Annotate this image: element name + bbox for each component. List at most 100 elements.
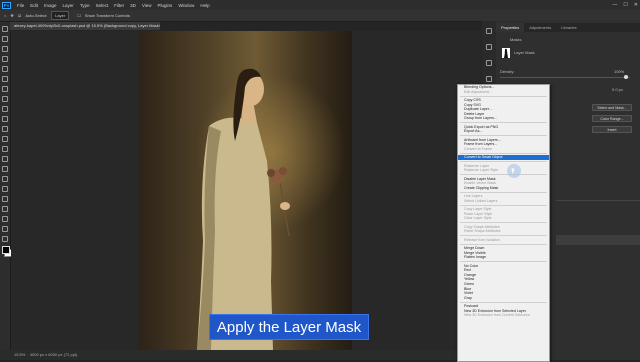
invert-button[interactable]: Invert xyxy=(592,126,632,133)
close-icon[interactable]: ✕ xyxy=(634,0,638,10)
properties-panel-icon[interactable] xyxy=(486,44,492,50)
menu-layer[interactable]: Layer xyxy=(60,3,77,8)
density-label: Density: xyxy=(500,69,515,74)
adjust-panel-icon[interactable] xyxy=(486,60,492,66)
menu-separator xyxy=(460,135,547,137)
menu-view[interactable]: View xyxy=(139,3,155,8)
menu-separator xyxy=(460,95,547,97)
auto-select-dropdown[interactable]: Layer xyxy=(51,11,70,20)
frame-tool-icon[interactable] xyxy=(2,76,8,82)
context-item-group-from-layers[interactable]: Group from Layers... xyxy=(458,116,549,121)
context-item-paste-shape-attributes: Paste Shape Attributes xyxy=(464,229,501,234)
tutorial-caption: Apply the Layer Mask xyxy=(209,314,369,340)
menu-separator xyxy=(460,235,547,237)
rectangle-tool-icon[interactable] xyxy=(2,206,8,212)
context-item-create-clipping-mask[interactable]: Create Clipping Mask xyxy=(458,186,549,191)
quick-select-tool-icon[interactable] xyxy=(2,56,8,62)
maximize-icon[interactable]: ☐ xyxy=(623,0,627,10)
menu-separator xyxy=(460,243,547,245)
move-tool-icon[interactable] xyxy=(2,26,8,32)
menu-help[interactable]: Help xyxy=(197,3,212,8)
path-select-icon[interactable] xyxy=(2,196,8,202)
selected-layer-row[interactable] xyxy=(556,235,640,245)
type-tool-icon[interactable] xyxy=(2,186,8,192)
show-transform-checkbox[interactable]: ☐ xyxy=(77,13,81,18)
menu-select[interactable]: Select xyxy=(93,3,112,8)
photoshop-logo: Ps xyxy=(2,1,11,9)
tab-properties[interactable]: Properties xyxy=(496,23,525,32)
history-brush-icon[interactable] xyxy=(2,126,8,132)
photo-image xyxy=(139,31,352,350)
document-tab[interactable]: alexey-kapel-4099vdyl3c0-unsplash.psd @ … xyxy=(10,22,160,30)
menu-file[interactable]: File xyxy=(14,3,27,8)
zoom-tool-icon[interactable] xyxy=(2,226,8,232)
context-item-convert-to-smart-object[interactable]: Convert to Smart Object xyxy=(458,155,549,160)
masks-label: Masks xyxy=(510,37,522,42)
context-item-gray[interactable]: Gray xyxy=(458,296,549,301)
window-controls: — ☐ ✕ xyxy=(612,0,638,10)
menu-separator xyxy=(460,204,547,206)
density-value[interactable]: 100% xyxy=(614,69,624,74)
gradient-tool-icon[interactable] xyxy=(2,146,8,152)
menu-window[interactable]: Window xyxy=(175,3,197,8)
menu-separator xyxy=(460,161,547,163)
menu-plugins[interactable]: Plugins xyxy=(155,3,176,8)
menu-image[interactable]: Image xyxy=(41,3,60,8)
eyedropper-tool-icon[interactable] xyxy=(2,86,8,92)
marquee-tool-icon[interactable] xyxy=(2,36,8,42)
blur-tool-icon[interactable] xyxy=(2,156,8,162)
menu-separator xyxy=(460,152,547,154)
density-slider-track xyxy=(500,77,630,78)
feather-value[interactable]: 0.0 px xyxy=(612,87,623,92)
context-item-edit-adjustment: Edit Adjustment... xyxy=(464,89,492,94)
context-item-flatten-image[interactable]: Flatten Image xyxy=(458,255,549,260)
layer-context-menu: Blending Options... Edit Adjustment... Cop… xyxy=(457,84,550,362)
minimize-icon[interactable]: — xyxy=(612,0,617,10)
healing-brush-icon[interactable] xyxy=(2,96,8,102)
select-and-mask-button[interactable]: Select and Mask... xyxy=(592,104,632,111)
context-item-convert-to-frame: Convert to Frame xyxy=(464,146,492,151)
layers-panel-divider xyxy=(556,200,640,201)
tools-panel xyxy=(0,22,12,350)
woman-figure-image xyxy=(197,68,290,350)
zoom-readout[interactable]: 15.5% xyxy=(14,352,25,357)
context-item-select-linked-layers: Select Linked Layers xyxy=(464,198,498,203)
eraser-tool-icon[interactable] xyxy=(2,136,8,142)
auto-select-checkbox[interactable]: ☑ xyxy=(18,13,22,18)
context-item-export-as[interactable]: Export As... xyxy=(458,129,549,134)
context-item-clear-layer-style: Clear Layer Style xyxy=(464,216,492,221)
mask-silhouette-icon xyxy=(504,48,508,58)
clone-stamp-icon[interactable] xyxy=(2,116,8,122)
brush-panel-icon[interactable] xyxy=(486,76,492,82)
hand-tool-icon[interactable] xyxy=(2,216,8,222)
menu-edit[interactable]: Edit xyxy=(27,3,41,8)
context-item-release-from-isolation: Release from Isolation xyxy=(464,237,500,242)
menu-3d[interactable]: 3D xyxy=(127,3,139,8)
show-transform-label: Show Transform Controls xyxy=(84,13,130,18)
lasso-tool-icon[interactable] xyxy=(2,46,8,52)
context-item-new-3d-extrusion-from-current-selection: New 3D Extrusion from Current Selection xyxy=(464,313,530,318)
context-item-rasterize-layer-style: Rasterize Layer Style xyxy=(464,168,499,173)
dodge-tool-icon[interactable] xyxy=(2,166,8,172)
menu-separator xyxy=(460,191,547,193)
color-range-button[interactable]: Color Range... xyxy=(592,115,632,122)
tab-libraries[interactable]: Libraries xyxy=(556,23,581,32)
foreground-color-swatch[interactable] xyxy=(2,246,10,254)
tab-adjustments[interactable]: Adjustments xyxy=(524,23,556,32)
move-tool-icon[interactable]: ✥ xyxy=(10,13,13,18)
crop-tool-icon[interactable] xyxy=(2,66,8,72)
history-panel-icon[interactable] xyxy=(486,28,492,34)
menu-filter[interactable]: Filter xyxy=(111,3,127,8)
menu-items: File Edit Image Layer Type Select Filter 3D View… xyxy=(14,3,213,8)
brush-tool-icon[interactable] xyxy=(2,106,8,112)
home-icon[interactable]: ⌂ xyxy=(4,13,6,18)
menu-separator xyxy=(460,222,547,224)
layer-mask-label: Layer Mask xyxy=(514,50,535,55)
menu-separator xyxy=(460,301,547,303)
more-tools-icon[interactable] xyxy=(2,236,8,242)
document-info: 4000 px x 6000 px (72 ppi) xyxy=(29,352,78,357)
density-slider-handle[interactable] xyxy=(624,75,628,79)
menu-separator xyxy=(460,122,547,124)
menu-type[interactable]: Type xyxy=(77,3,93,8)
pen-tool-icon[interactable] xyxy=(2,176,8,182)
